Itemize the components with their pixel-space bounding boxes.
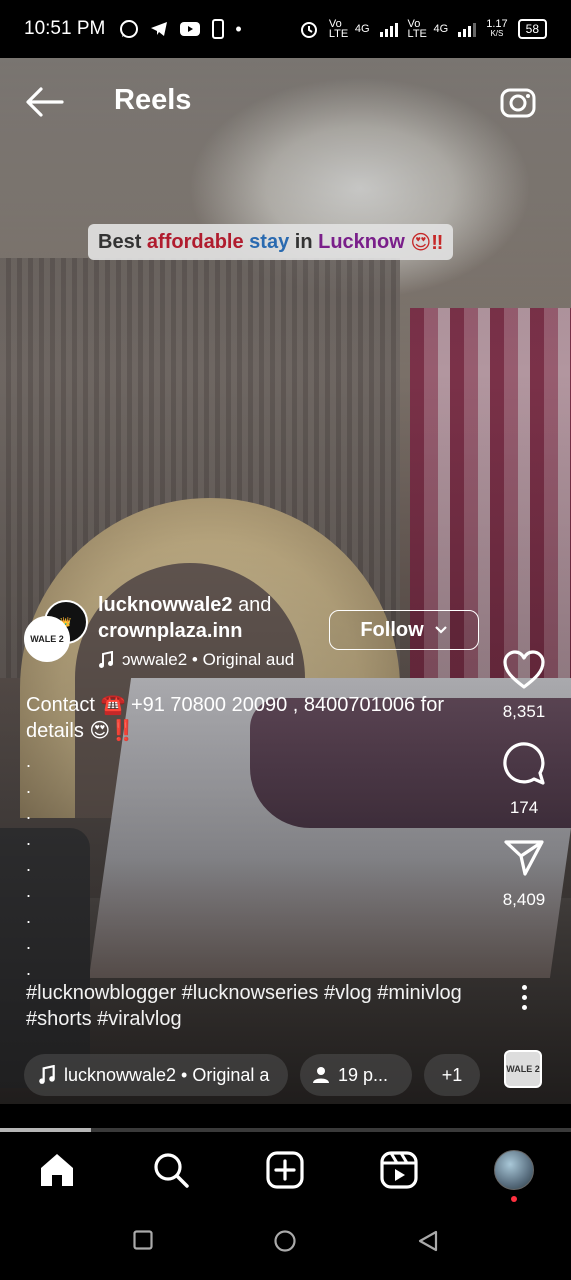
reel-actions: 8,351 174 8,409 xyxy=(494,650,554,930)
sim1-label: Vo LTE xyxy=(328,18,349,40)
dot-line: . xyxy=(26,933,32,953)
bottom-nav xyxy=(0,1132,571,1206)
follow-button[interactable]: Follow xyxy=(329,610,479,650)
system-nav xyxy=(0,1206,571,1280)
dot-line: . xyxy=(26,829,32,849)
reel-info-pills: lucknowwale2 • Original a 19 p... +1 xyxy=(24,1054,544,1096)
author1-name[interactable]: lucknowwale2 xyxy=(98,594,233,616)
author-and: and xyxy=(238,594,272,616)
send-icon[interactable] xyxy=(503,838,545,878)
alarm-icon xyxy=(300,22,317,38)
net-speed-unit: K/S xyxy=(490,29,504,38)
dot-line: . xyxy=(26,751,32,771)
video-overlay xyxy=(0,58,571,1104)
net2-label: 4G xyxy=(433,23,449,35)
phone-icon xyxy=(212,19,225,39)
home-icon[interactable] xyxy=(37,1150,77,1190)
back-triangle-icon[interactable] xyxy=(417,1230,439,1252)
profile-avatar-image xyxy=(494,1150,534,1190)
battery-indicator: 58 xyxy=(517,19,547,39)
tagged-people-text: 19 p... xyxy=(338,1064,389,1085)
reel-video[interactable]: Best affordable stay in Lucknow 😍‼ xyxy=(0,58,571,1104)
profile-notification-dot xyxy=(511,1196,517,1202)
banner-word: Best xyxy=(98,230,142,253)
share-count: 8,409 xyxy=(502,890,546,909)
comment-count: 174 xyxy=(509,798,539,817)
more-pill[interactable]: +1 xyxy=(424,1054,480,1096)
like-count: 8,351 xyxy=(502,702,546,721)
status-right: Vo LTE 4G Vo LTE 4G 1.17 K/S 58 xyxy=(299,18,547,40)
banner-word: affordable xyxy=(146,230,244,253)
dot-line: . xyxy=(26,803,32,823)
arrow-left-icon[interactable] xyxy=(24,84,64,120)
post-hashtags[interactable]: #lucknowblogger #lucknowseries #vlog #mi… xyxy=(26,980,486,1032)
status-bar: 10:51 PM • Vo LTE 4G Vo LTE 4G 1.17 K/S … xyxy=(0,0,571,58)
music-note-icon xyxy=(99,651,113,668)
signal1-icon xyxy=(379,21,398,37)
profile-avatar[interactable] xyxy=(494,1150,534,1202)
camera-icon[interactable] xyxy=(500,84,538,120)
dot-line: . xyxy=(26,855,32,875)
banner-word: in xyxy=(294,230,313,253)
page-title: Reels xyxy=(114,84,192,116)
chevron-down-icon xyxy=(434,626,447,634)
whatsapp-icon xyxy=(120,20,139,38)
author1-avatar-label: WALE 2 xyxy=(30,634,64,644)
post-description[interactable]: Contact ☎️ +91 70800 20090 , 8400701006 … xyxy=(26,692,486,744)
audio-pill-text: lucknowwale2 • Original a xyxy=(64,1064,270,1085)
share-action[interactable]: 8,409 xyxy=(494,838,554,910)
music-line[interactable]: ɔwwale2 • Original aud xyxy=(98,650,310,670)
status-time: 10:51 PM xyxy=(24,18,106,39)
author1-avatar[interactable]: WALE 2 xyxy=(24,616,70,662)
dot-line: . xyxy=(26,959,32,979)
status-dot: • xyxy=(235,18,242,39)
comment-icon[interactable] xyxy=(502,742,546,786)
description-dots: . . . . . . . . . xyxy=(26,748,31,982)
telegram-icon xyxy=(151,22,168,36)
dot-line: . xyxy=(26,881,32,901)
more-pill-text: +1 xyxy=(441,1064,463,1085)
audio-pill[interactable]: lucknowwale2 • Original a xyxy=(24,1054,288,1096)
author2-name[interactable]: crownplaza.inn xyxy=(98,620,242,642)
more-options-icon[interactable] xyxy=(510,985,538,1019)
sim2-label: Vo LTE xyxy=(407,18,427,40)
video-caption-banner: Best affordable stay in Lucknow 😍‼ xyxy=(88,224,454,260)
home-button-icon[interactable] xyxy=(274,1230,296,1252)
signal2-icon xyxy=(458,21,477,37)
status-app-icons: • xyxy=(119,18,242,40)
recents-icon[interactable] xyxy=(133,1230,153,1250)
like-action[interactable]: 8,351 xyxy=(494,650,554,722)
tagged-people-pill[interactable]: 19 p... xyxy=(300,1054,412,1096)
comment-action[interactable]: 174 xyxy=(494,742,554,818)
search-icon[interactable] xyxy=(151,1150,191,1190)
follow-label: Follow xyxy=(360,618,424,641)
audio-thumbnail[interactable]: WALE 2 xyxy=(504,1050,542,1088)
music-text: ɔwwale2 • Original aud xyxy=(122,650,295,669)
banner-word: stay xyxy=(249,230,290,253)
create-icon[interactable] xyxy=(265,1150,305,1190)
net1-label: 4G xyxy=(354,23,370,35)
reels-icon[interactable] xyxy=(379,1150,419,1190)
person-icon xyxy=(313,1067,329,1083)
net-speed-value: 1.17 xyxy=(486,18,508,30)
banner-word: Lucknow xyxy=(318,230,405,253)
youtube-icon xyxy=(180,22,201,36)
reels-header: Reels xyxy=(0,70,571,134)
audio-thumbnail-label: WALE 2 xyxy=(506,1064,540,1074)
dot-line: . xyxy=(26,777,32,797)
post-authors: 👑 WALE 2 lucknowwale2 and crownplaza.inn… xyxy=(24,592,484,682)
net-speed: 1.17 K/S xyxy=(486,19,507,39)
dot-line: . xyxy=(26,907,32,927)
heart-icon[interactable] xyxy=(502,650,546,690)
author-names: lucknowwale2 and crownplaza.inn xyxy=(98,592,271,644)
banner-emoji: 😍‼ xyxy=(410,231,444,254)
music-note-icon xyxy=(39,1065,55,1084)
